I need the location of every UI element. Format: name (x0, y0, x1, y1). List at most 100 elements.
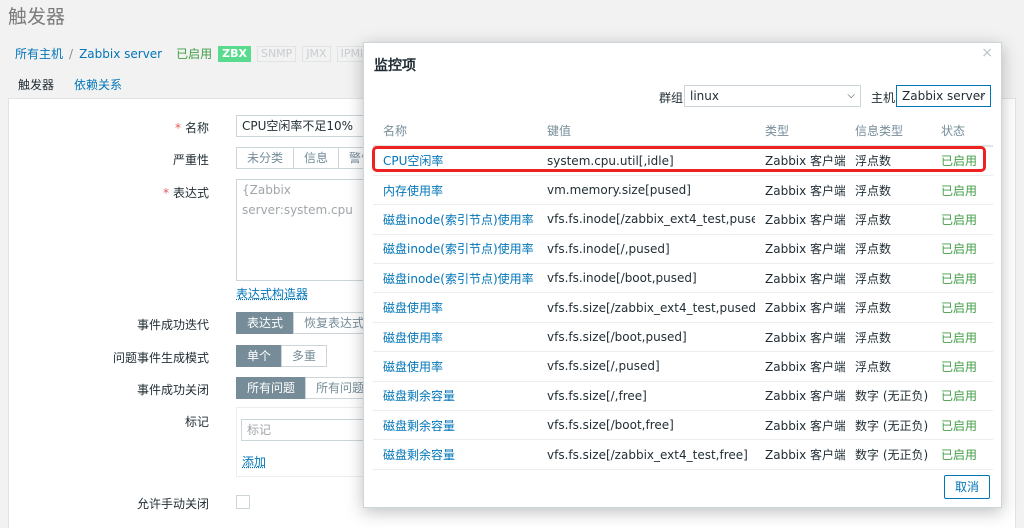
table-row[interactable]: 磁盘剩余容量 vfs.fs.size[/zabbix_ext4_test,free… (373, 439, 993, 470)
host-breadcrumb: 所有主机 / Zabbix server 已启用 ZBX SNMP JMX IP… (15, 45, 391, 62)
table-row[interactable]: 磁盘使用率 vfs.fs.size[/,pused] Zabbix 客户端 浮点数 已启… (373, 351, 993, 382)
name-input[interactable]: CPU空闲率不足10% (236, 115, 376, 137)
dialog-title: 监控项 (374, 58, 416, 74)
item-key: vfs.fs.inode[/boot,pused] (537, 263, 755, 294)
item-key: vfs.fs.inode[/zabbix_ext4_test,pused] (537, 204, 755, 235)
group-select[interactable]: linux ⌵ (684, 85, 861, 107)
expression-label: * 表达式 (162, 186, 209, 200)
item-status: 已启用 (931, 322, 993, 353)
item-key: vfs.fs.size[/boot,free] (537, 410, 755, 441)
close-icon[interactable]: × (981, 45, 993, 61)
name-label: * 名称 (174, 121, 209, 135)
item-info-type: 数字 (无正负) (845, 439, 931, 470)
item-status: 已启用 (931, 263, 993, 294)
problem-mode-single[interactable]: 单个 (236, 345, 283, 367)
column-header-type: 类型 (755, 116, 845, 147)
item-name-link[interactable]: 磁盘使用率 (373, 292, 537, 323)
host-select[interactable]: Zabbix server ⌵ (896, 85, 991, 107)
chevron-down-icon: ⌵ (847, 90, 855, 101)
item-status: 已启用 (931, 204, 993, 235)
add-tag-link[interactable]: 添加 (242, 453, 266, 470)
host-status[interactable]: 已启用 (176, 45, 212, 62)
item-info-type: 浮点数 (845, 292, 931, 323)
table-row[interactable]: 磁盘inode(索引节点)使用率 vfs.fs.inode[/boot,pused… (373, 263, 993, 294)
group-select-value: linux (690, 89, 719, 103)
manual-close-checkbox[interactable] (236, 495, 250, 509)
item-type: Zabbix 客户端 (755, 263, 845, 294)
item-name-link[interactable]: 磁盘剩余容量 (373, 381, 537, 412)
cancel-button[interactable]: 取消 (943, 475, 990, 499)
problem-mode-selector: 单个 多重 (236, 345, 328, 367)
tags-label: 标记 (184, 415, 209, 429)
item-name-link[interactable]: 磁盘inode(索引节点)使用率 (373, 263, 537, 294)
table-row[interactable]: 磁盘剩余容量 vfs.fs.size[/,free] Zabbix 客户端 数字 (无… (373, 381, 993, 412)
item-info-type: 浮点数 (845, 234, 931, 265)
expression-textarea[interactable]: {Zabbix server:system.cpu (236, 179, 376, 281)
item-status: 已启用 (931, 234, 993, 265)
item-info-type: 数字 (无正负) (845, 410, 931, 441)
ok-event-expression[interactable]: 表达式 (236, 312, 295, 334)
availability-snmp: SNMP (256, 45, 297, 62)
ok-event-generation-label: 事件成功迭代 (136, 318, 209, 332)
item-status: 已启用 (931, 439, 993, 470)
table-row[interactable]: 磁盘剩余容量 vfs.fs.size[/boot,free] Zabbix 客户端数… (373, 410, 993, 441)
expression-builder-link[interactable]: 表达式构造器 (236, 285, 308, 302)
item-status: 已启用 (931, 410, 993, 441)
ok-close-all-problems[interactable]: 所有问题 (236, 377, 307, 399)
item-status: 已启用 (931, 292, 993, 323)
item-info-type: 浮点数 (845, 322, 931, 353)
item-key: vfs.fs.inode[/,pused] (537, 234, 755, 265)
table-row[interactable]: 磁盘inode(索引节点)使用率 vfs.fs.inode[/,pused] Zab… (373, 234, 993, 265)
item-name-link[interactable]: CPU空闲率 (373, 146, 537, 176)
problem-mode-multiple[interactable]: 多重 (281, 345, 328, 367)
item-info-type: 浮点数 (845, 204, 931, 235)
item-status: 已启用 (931, 175, 993, 206)
item-type: Zabbix 客户端 (755, 410, 845, 441)
item-key: vfs.fs.size[/,free] (537, 381, 755, 412)
items-dialog: 监控项 × 群组 linux ⌵ 主机 Zabbix server ⌵ 名称 键… (363, 42, 1002, 508)
severity-information[interactable]: 信息 (293, 147, 340, 169)
tag-name-input[interactable]: 标记 (241, 419, 371, 441)
items-table-body: CPU空闲率 system.cpu.util[,idle] Zabbix 客户端 浮点… (373, 146, 993, 470)
item-status: 已启用 (931, 381, 993, 412)
page-title: 触发器 (8, 6, 66, 28)
column-header-name[interactable]: 名称 (373, 116, 537, 147)
item-type: Zabbix 客户端 (755, 292, 845, 323)
item-key: vfs.fs.size[/zabbix_ext4_test,free] (537, 439, 755, 470)
breadcrumb-separator: / (69, 46, 74, 61)
item-status: 已启用 (931, 146, 993, 176)
column-header-key: 键值 (537, 116, 755, 147)
item-info-type: 浮点数 (845, 351, 931, 382)
item-name-link[interactable]: 磁盘使用率 (373, 322, 537, 353)
item-key: vm.memory.size[pused] (537, 175, 755, 206)
table-row[interactable]: CPU空闲率 system.cpu.util[,idle] Zabbix 客户端 浮点… (373, 146, 993, 176)
column-header-status: 状态 (931, 116, 993, 147)
table-row[interactable]: 磁盘inode(索引节点)使用率 vfs.fs.inode[/zabbix_ext… (373, 204, 993, 235)
ok-event-generation-selector: 表达式 恢复表达式 (236, 312, 376, 334)
item-name-link[interactable]: 磁盘剩余容量 (373, 439, 537, 470)
item-name-link[interactable]: 磁盘剩余容量 (373, 410, 537, 441)
item-type: Zabbix 客户端 (755, 146, 845, 176)
item-info-type: 浮点数 (845, 263, 931, 294)
severity-not-classified[interactable]: 未分类 (236, 147, 295, 169)
item-name-link[interactable]: 磁盘inode(索引节点)使用率 (373, 204, 537, 235)
availability-zbx: ZBX (218, 45, 251, 62)
breadcrumb-host[interactable]: Zabbix server (79, 47, 162, 61)
table-row[interactable]: 磁盘使用率 vfs.fs.size[/boot,pused] Zabbix 客户端浮… (373, 322, 993, 353)
table-row[interactable]: 磁盘使用率 vfs.fs.size[/zabbix_ext4_test,pused… (373, 292, 993, 323)
item-status: 已启用 (931, 351, 993, 382)
table-header-row: 名称 键值 类型 信息类型 状态 (373, 116, 993, 147)
item-name-link[interactable]: 磁盘inode(索引节点)使用率 (373, 234, 537, 265)
problem-mode-label: 问题事件生成模式 (112, 351, 209, 365)
table-row[interactable]: 内存使用率 vm.memory.size[pused] Zabbix 客户端 浮点数已… (373, 175, 993, 206)
severity-label: 严重性 (172, 153, 209, 167)
breadcrumb-all-hosts[interactable]: 所有主机 (15, 45, 63, 62)
host-select-value: Zabbix server (902, 89, 986, 103)
item-name-link[interactable]: 磁盘使用率 (373, 351, 537, 382)
item-info-type: 数字 (无正负) (845, 381, 931, 412)
item-type: Zabbix 客户端 (755, 439, 845, 470)
item-type: Zabbix 客户端 (755, 381, 845, 412)
column-header-info-type: 信息类型 (845, 116, 931, 147)
item-name-link[interactable]: 内存使用率 (373, 175, 537, 206)
ok-close-label: 事件成功关闭 (136, 383, 209, 397)
